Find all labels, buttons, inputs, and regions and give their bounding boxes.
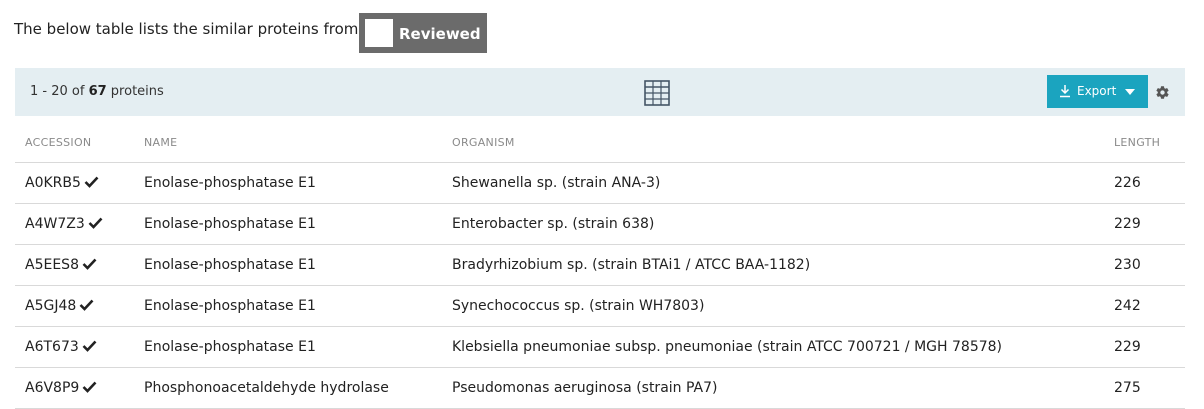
gear-icon[interactable] [1155,85,1170,100]
table-row[interactable]: A6V8P9 Phosphonoacetaldehyde hydrolase P… [15,367,1185,409]
name-cell: Enolase-phosphatase E1 [134,244,442,286]
accession-link[interactable]: A0KRB5 [25,175,81,191]
organism-cell: Shewanella sp. (strain ANA-3) [442,162,1104,204]
checkmark-icon [79,299,94,311]
accession-cell: A6T673 [15,326,134,368]
accession-link[interactable]: A6V8P9 [25,380,79,396]
length-cell: 226 [1104,162,1185,204]
caret-down-icon [1125,89,1135,95]
accession-cell: A5GJ48 [15,285,134,327]
results-count: 1 - 20 of 67 proteins [30,84,164,99]
table-row[interactable]: A6T673 Enolase-phosphatase E1 Klebsiella… [15,326,1185,368]
count-unit: proteins [106,84,164,99]
organism-cell: Bradyrhizobium sp. (strain BTAi1 / ATCC … [442,244,1104,286]
table-row[interactable]: A5EES8 Enolase-phosphatase E1 Bradyrhizo… [15,244,1185,286]
intro-section: The below table lists the similar protei… [14,13,494,53]
table-row[interactable]: A0KRB5 Enolase-phosphatase E1 Shewanella… [15,162,1185,204]
length-cell: 242 [1104,285,1185,327]
organism-cell: Synechococcus sp. (strain WH7803) [442,285,1104,327]
grid-view-icon[interactable] [644,80,670,106]
accession-cell: A0KRB5 [15,162,134,204]
checkmark-icon [82,258,97,270]
checkmark-icon [84,176,99,188]
export-label: Export [1077,84,1117,98]
column-header-name[interactable]: NAME [134,122,442,163]
name-cell: Enolase-phosphatase E1 [134,326,442,368]
name-cell: Enolase-phosphatase E1 [134,162,442,204]
reviewed-toggle[interactable]: Reviewed [359,13,487,53]
length-cell: 229 [1104,326,1185,368]
download-icon [1060,85,1070,98]
column-header-organism[interactable]: ORGANISM [442,122,1104,163]
checkmark-icon [88,217,103,229]
length-cell: 229 [1104,203,1185,245]
length-cell: 230 [1104,244,1185,286]
toggle-knob [365,19,393,47]
intro-text: The below table lists the similar protei… [14,20,359,38]
checkmark-icon [82,340,97,352]
export-button[interactable]: Export [1047,75,1148,108]
table-header-row: ACCESSION NAME ORGANISM LENGTH [15,122,1185,163]
results-toolbar: 1 - 20 of 67 proteins Export [15,68,1185,116]
results-table: ACCESSION NAME ORGANISM LENGTH A0KRB5 En… [15,122,1185,409]
length-cell: 275 [1104,367,1185,409]
organism-cell: Enterobacter sp. (strain 638) [442,203,1104,245]
count-total: 67 [88,84,107,99]
accession-link[interactable]: A6T673 [25,339,79,355]
name-cell: Enolase-phosphatase E1 [134,285,442,327]
table-row[interactable]: A4W7Z3 Enolase-phosphatase E1 Enterobact… [15,203,1185,245]
accession-cell: A5EES8 [15,244,134,286]
organism-cell: Klebsiella pneumoniae subsp. pneumoniae … [442,326,1104,368]
toggle-label: Reviewed [399,25,481,43]
accession-cell: A4W7Z3 [15,203,134,245]
organism-cell: Pseudomonas aeruginosa (strain PA7) [442,367,1104,409]
count-range: 1 - 20 of [30,84,89,99]
column-header-accession[interactable]: ACCESSION [15,122,134,163]
accession-link[interactable]: A4W7Z3 [25,216,85,232]
name-cell: Phosphonoacetaldehyde hydrolase [134,367,442,409]
accession-link[interactable]: A5EES8 [25,257,79,273]
accession-link[interactable]: A5GJ48 [25,298,76,314]
table-row[interactable]: A5GJ48 Enolase-phosphatase E1 Synechococ… [15,285,1185,327]
accession-cell: A6V8P9 [15,367,134,409]
checkmark-icon [82,381,97,393]
column-header-length[interactable]: LENGTH [1104,122,1185,163]
name-cell: Enolase-phosphatase E1 [134,203,442,245]
